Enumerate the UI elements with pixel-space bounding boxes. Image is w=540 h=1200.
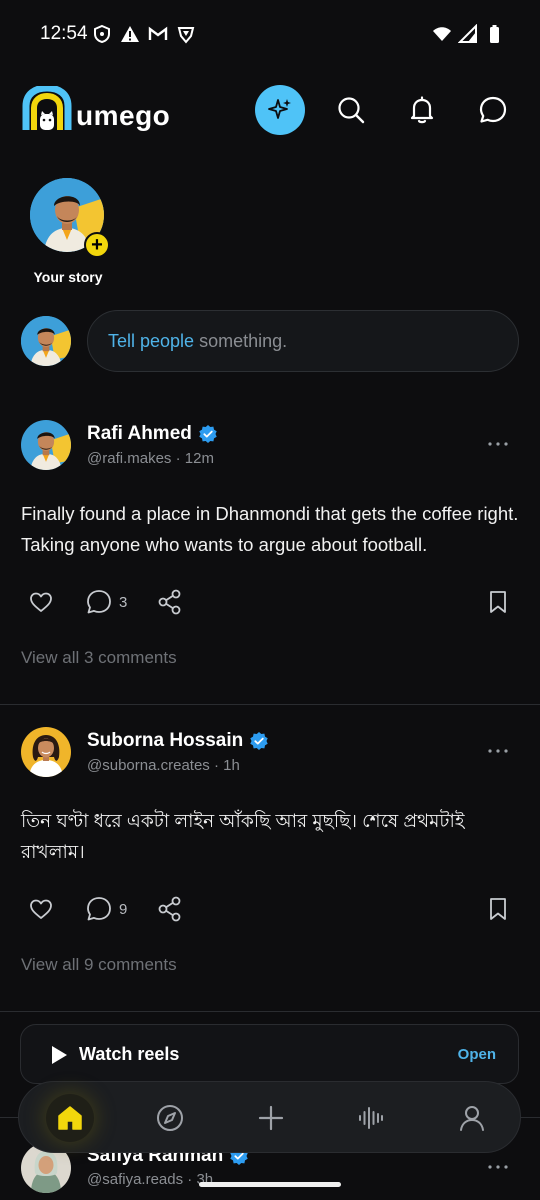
- status-system-icons: [432, 24, 504, 44]
- nav-home[interactable]: [46, 1094, 94, 1142]
- status-time: 12:54: [40, 23, 88, 44]
- search-button[interactable]: [326, 85, 376, 135]
- post-composer: Tell people something.: [0, 310, 540, 374]
- profile-icon: [460, 1106, 484, 1131]
- brand-shield-icon: [177, 27, 195, 44]
- your-story[interactable]: + Your story: [30, 178, 110, 285]
- heart-icon: [30, 592, 52, 612]
- author-handle: @rafi.makes: [87, 450, 172, 467]
- watch-reels-bar[interactable]: Watch reels Open: [20, 1024, 519, 1084]
- comment-count: 9: [119, 900, 128, 918]
- composer-input[interactable]: Tell people something.: [87, 310, 519, 372]
- comment-button[interactable]: 9: [85, 889, 127, 929]
- author-name-text: Rafi Ahmed: [87, 423, 192, 444]
- like-button[interactable]: [28, 889, 54, 929]
- battery-icon: [490, 25, 499, 43]
- signal-icon: [458, 24, 477, 43]
- watch-reels-label: Watch reels: [79, 1044, 180, 1064]
- share-icon: [158, 896, 181, 922]
- post-meta: @safiya.reads · 3h: [87, 1171, 214, 1188]
- heart-icon: [30, 899, 52, 919]
- avatar-photo: [21, 727, 71, 777]
- bookmark-icon: [490, 591, 506, 613]
- ai-assistant-button[interactable]: [255, 85, 305, 135]
- search-icon: [338, 97, 365, 124]
- post-author-name[interactable]: Rafi Ahmed: [87, 423, 218, 445]
- post-meta: @rafi.makes · 12m: [87, 450, 214, 467]
- post-divider: [0, 1011, 540, 1012]
- verified-badge-icon: [250, 732, 268, 750]
- add-story-plus-icon[interactable]: +: [84, 232, 110, 258]
- more-options-icon[interactable]: [486, 434, 510, 454]
- bookmark-button[interactable]: [485, 889, 511, 929]
- app-header: umego: [0, 68, 540, 158]
- chat-icon: [479, 96, 507, 123]
- nav-explore[interactable]: [146, 1094, 194, 1142]
- more-options-icon[interactable]: [486, 741, 510, 761]
- stories-row: + Your story: [0, 178, 540, 293]
- view-comments-link[interactable]: View all 3 comments: [21, 648, 177, 668]
- nav-profile[interactable]: [448, 1094, 496, 1142]
- avatar-photo: [21, 316, 71, 366]
- notifications-button[interactable]: [397, 85, 447, 135]
- status-bar: 12:54: [0, 0, 540, 68]
- plus-icon: [258, 1105, 284, 1131]
- bookmark-icon: [490, 898, 506, 920]
- nav-create[interactable]: [247, 1094, 295, 1142]
- vpn-shield-icon: [94, 24, 110, 44]
- post-author-avatar[interactable]: [21, 727, 71, 777]
- composer-placeholder-highlight: Tell people: [108, 330, 195, 351]
- verified-badge-icon: [199, 425, 217, 443]
- share-button[interactable]: [156, 582, 184, 622]
- like-button[interactable]: [28, 582, 54, 622]
- post-body: তিন ঘণ্টা ধরে একটা লাইন আঁকছি আর মুছছি। …: [21, 810, 465, 862]
- warning-icon: [121, 26, 139, 42]
- your-story-label: Your story: [33, 269, 103, 285]
- bell-icon: [410, 96, 434, 124]
- comment-button[interactable]: 3: [85, 582, 127, 622]
- comment-count: 3: [119, 593, 128, 611]
- author-name-text: Suborna Hossain: [87, 730, 244, 751]
- bookmark-button[interactable]: [485, 582, 511, 622]
- author-handle: @suborna.creates: [87, 757, 210, 774]
- composer-avatar: [21, 316, 71, 366]
- post-body: Finally found a place in Dhanmondi that …: [21, 503, 519, 555]
- more-options-icon[interactable]: [486, 1157, 510, 1177]
- comment-icon: [87, 590, 111, 614]
- app-name: umego: [76, 100, 171, 131]
- composer-placeholder-rest: something.: [194, 330, 288, 351]
- sparkle-icon: [268, 99, 291, 119]
- share-icon: [158, 589, 181, 615]
- feed-post: Suborna Hossain @suborna.creates · 1h তি…: [0, 727, 540, 1012]
- audio-wave-icon: [359, 1107, 383, 1129]
- nav-audio[interactable]: [347, 1094, 395, 1142]
- messages-button[interactable]: [468, 85, 518, 135]
- post-time: 1h: [223, 757, 240, 774]
- post-actions: 9: [0, 889, 540, 929]
- app-logo[interactable]: umego: [22, 86, 170, 134]
- bottom-nav: [18, 1081, 521, 1153]
- open-reels-button[interactable]: Open: [458, 1046, 496, 1063]
- post-actions: 3: [0, 582, 540, 622]
- comment-icon: [87, 897, 111, 921]
- post-author-name[interactable]: Suborna Hossain: [87, 730, 269, 752]
- play-icon: [52, 1046, 67, 1064]
- home-indicator[interactable]: [199, 1182, 341, 1187]
- post-divider: [0, 704, 540, 705]
- status-notification-icons: [92, 24, 196, 44]
- post-meta: @suborna.creates · 1h: [87, 757, 240, 774]
- feed-post: Rafi Ahmed @rafi.makes · 12m Finally fou…: [0, 420, 540, 705]
- share-button[interactable]: [156, 889, 184, 929]
- author-handle: @safiya.reads: [87, 1171, 184, 1188]
- wifi-icon: [433, 27, 451, 41]
- compass-icon: [157, 1105, 183, 1131]
- mail-icon: [148, 26, 168, 40]
- logo-mark-icon: [22, 86, 72, 130]
- post-time: 12m: [184, 450, 214, 467]
- view-comments-link[interactable]: View all 9 comments: [21, 955, 177, 975]
- home-icon: [58, 1106, 82, 1130]
- avatar-photo: [21, 420, 71, 470]
- post-author-avatar[interactable]: [21, 420, 71, 470]
